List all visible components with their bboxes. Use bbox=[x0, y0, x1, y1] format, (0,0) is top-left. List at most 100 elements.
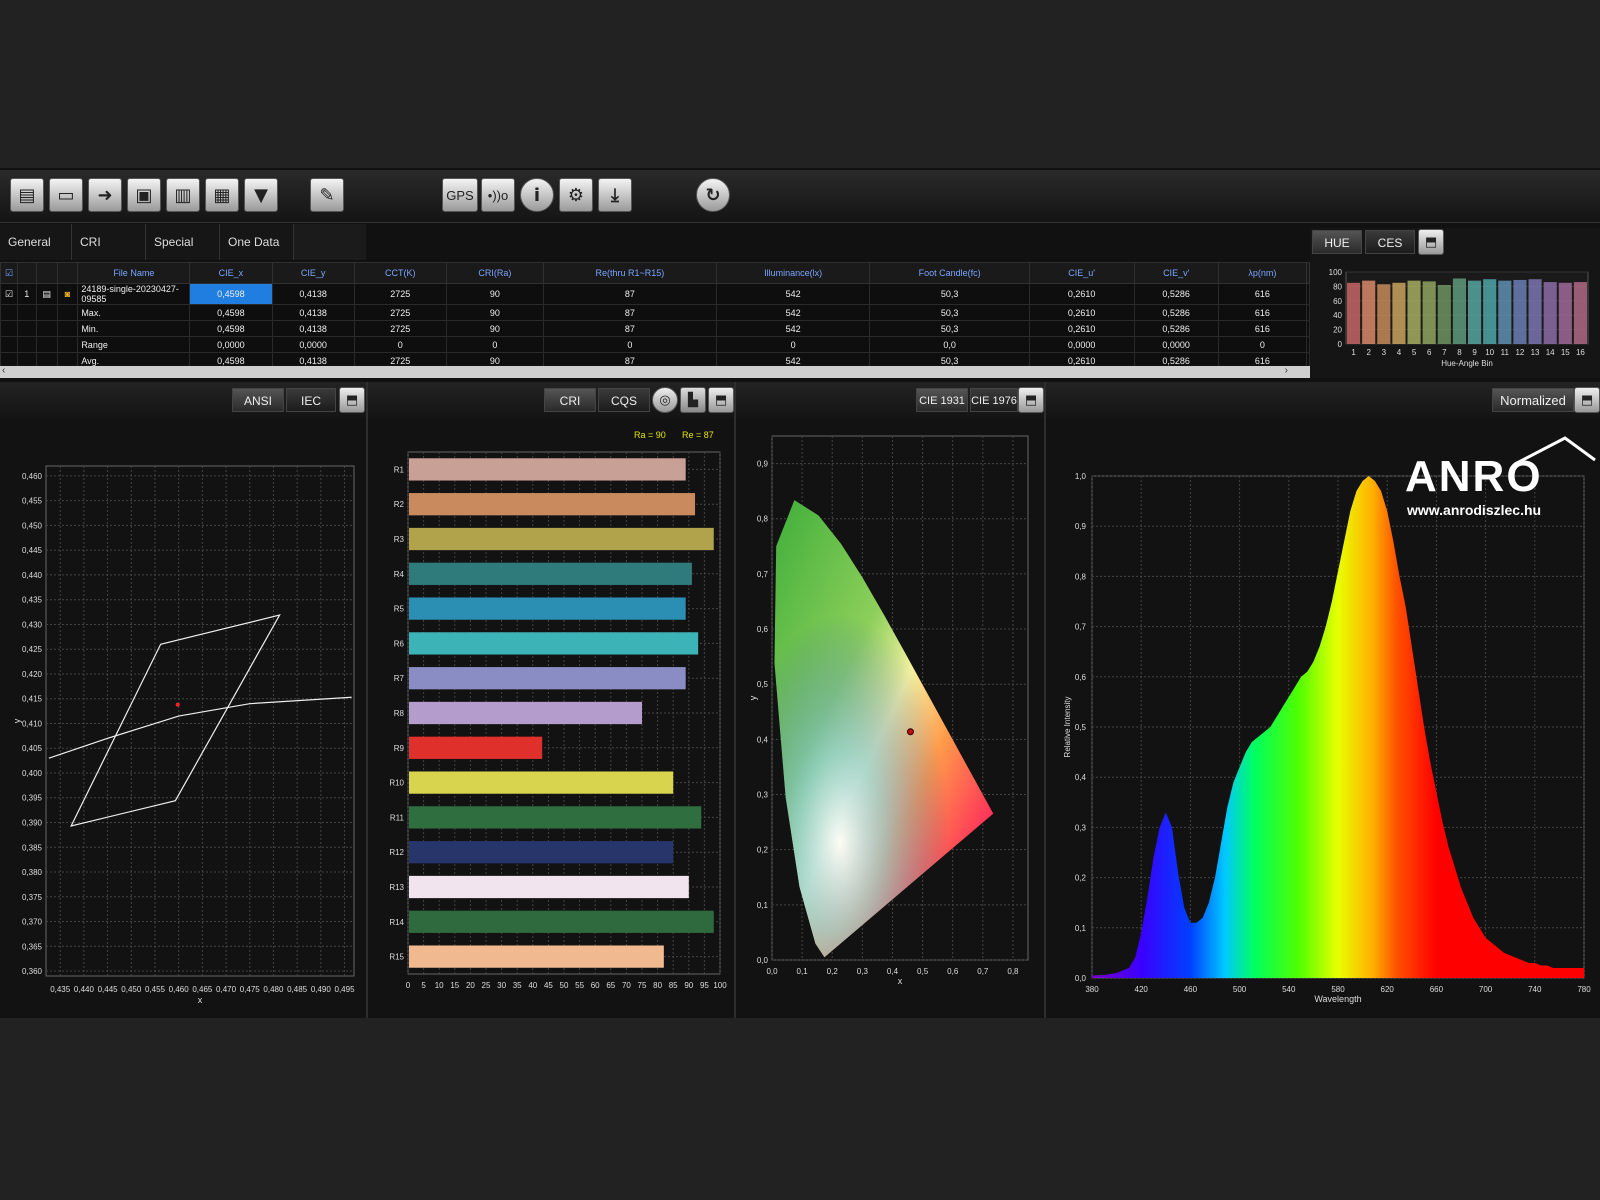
cell: Range bbox=[77, 336, 191, 353]
tab-hue[interactable]: HUE bbox=[1312, 230, 1362, 254]
cqs-button[interactable]: CQS bbox=[598, 388, 650, 412]
cri-bar bbox=[409, 736, 543, 759]
col-header[interactable]: Foot Candle(fc) bbox=[869, 262, 1030, 284]
cell: 0,0000 bbox=[189, 336, 273, 353]
edit-icon[interactable]: ✎ bbox=[310, 178, 344, 212]
x-axis-label: x bbox=[898, 976, 903, 986]
delete-icon[interactable]: ▥ bbox=[166, 178, 200, 212]
col-header[interactable]: CIE_v' bbox=[1133, 262, 1219, 284]
wireless-button[interactable]: •))o bbox=[481, 178, 515, 212]
tab-cri[interactable]: CRI bbox=[72, 224, 146, 260]
y-tick-label: 0,2 bbox=[757, 846, 769, 855]
col-header[interactable]: CIE_u' bbox=[1028, 262, 1135, 284]
cri-bar bbox=[409, 945, 664, 968]
y-tick-label: 0,9 bbox=[1075, 522, 1087, 531]
x-tick-label: 90 bbox=[684, 981, 693, 990]
cell: 0,0000 bbox=[1028, 336, 1135, 353]
col-header[interactable]: File Name bbox=[77, 262, 191, 284]
iec-button[interactable]: IEC bbox=[286, 388, 336, 412]
col-header[interactable]: CCT(K) bbox=[353, 262, 447, 284]
y-tick-label: R3 bbox=[394, 535, 405, 544]
hue-bar bbox=[1347, 282, 1361, 344]
table-row: Range 0,0000 0,0000 0 0 0 0 0,0 0,0000 0… bbox=[0, 336, 1310, 353]
gps-button[interactable]: GPS bbox=[442, 178, 478, 212]
y-tick-label: 0,3 bbox=[1075, 823, 1087, 832]
export-image-icon[interactable]: ⬒ bbox=[339, 387, 365, 413]
horizontal-scrollbar[interactable]: ‹ › bbox=[0, 365, 1310, 378]
y-tick-label: 0,6 bbox=[1075, 673, 1087, 682]
col-header[interactable]: λp(nm) bbox=[1217, 262, 1308, 284]
normalized-button[interactable]: Normalized bbox=[1492, 388, 1574, 412]
scroll-right-icon[interactable]: › bbox=[1285, 365, 1288, 376]
cell: 0,5286 bbox=[1133, 304, 1219, 321]
open-folder-icon[interactable]: ▭ bbox=[49, 178, 83, 212]
tab-general[interactable]: General bbox=[0, 224, 72, 260]
export-icon[interactable]: ➜ bbox=[88, 178, 122, 212]
x-tick-label: 13 bbox=[1531, 348, 1540, 357]
tab-special[interactable]: Special bbox=[146, 224, 220, 260]
x-tick-label: 0,495 bbox=[335, 985, 356, 994]
info-button[interactable]: i bbox=[520, 178, 554, 212]
y-tick-label: 0,380 bbox=[22, 868, 43, 877]
hue-bar bbox=[1513, 279, 1527, 344]
select-all-checkbox[interactable]: ☑ bbox=[0, 262, 18, 284]
save-icon[interactable]: ▣ bbox=[127, 178, 161, 212]
hue-bar bbox=[1498, 280, 1512, 344]
x-tick-label: 0,8 bbox=[1007, 967, 1019, 976]
col-header[interactable]: Illuminance(lx) bbox=[715, 262, 871, 284]
target-icon[interactable]: ◎ bbox=[652, 387, 678, 413]
cie-1931-button[interactable]: CIE 1931 bbox=[916, 388, 968, 412]
ansi-panel: ANSI IEC ⬒ 0,435 0,440 0,445 0,450 0,455 0,46… bbox=[0, 382, 368, 1018]
export-image-icon[interactable]: ⬒ bbox=[1574, 387, 1600, 413]
cri-bar bbox=[409, 875, 689, 899]
y-tick-label: R14 bbox=[389, 918, 404, 927]
download-icon[interactable]: ⤓ bbox=[598, 178, 632, 212]
results-table: ☑ File Name CIE_x CIE_y CCT(K) CRI(Ra) R… bbox=[0, 262, 1310, 369]
tab-one-data[interactable]: One Data bbox=[220, 224, 294, 260]
cell: 2725 bbox=[353, 320, 447, 337]
bar-chart-icon[interactable]: ▙ bbox=[680, 387, 706, 413]
x-tick-label: 2 bbox=[1366, 348, 1371, 357]
x-tick-label: 75 bbox=[638, 981, 647, 990]
col-header[interactable]: CRI(Ra) bbox=[445, 262, 544, 284]
cell: 0 bbox=[715, 336, 871, 353]
x-tick-label: 0,440 bbox=[74, 985, 95, 994]
x-tick-label: 0,470 bbox=[216, 985, 237, 994]
scroll-left-icon[interactable]: ‹ bbox=[2, 365, 5, 376]
cie-1976-button[interactable]: CIE 1976 bbox=[970, 388, 1018, 412]
cie-panel: CIE 1931 CIE 1976 ⬒ 0,0 0,1 0,2 0,3 0,4 0,5 0,… bbox=[736, 382, 1046, 1018]
new-file-icon[interactable]: ▤ bbox=[10, 178, 44, 212]
col-header[interactable]: CIE_x bbox=[189, 262, 273, 284]
cri-bar bbox=[409, 667, 686, 690]
cell: 616 bbox=[1217, 304, 1308, 321]
export-image-icon[interactable]: ⬒ bbox=[708, 387, 734, 413]
print-icon[interactable]: ▦ bbox=[205, 178, 239, 212]
cell: 87 bbox=[542, 304, 717, 321]
cri-button[interactable]: CRI bbox=[544, 388, 596, 412]
filter-icon[interactable]: ▼ bbox=[244, 178, 278, 212]
x-tick-label: 15 bbox=[1561, 348, 1570, 357]
y-tick-label: 0,415 bbox=[22, 695, 43, 704]
row-checkbox[interactable]: ☑ bbox=[0, 283, 18, 305]
x-tick-label: 20 bbox=[466, 981, 475, 990]
tab-ces[interactable]: CES bbox=[1365, 230, 1415, 254]
hue-chart: 0204060801001 2 3 4 5 6 7 8 9 10 11 12 13 14 15 16Hue-A… bbox=[1329, 268, 1589, 368]
gear-icon[interactable]: ⚙ bbox=[559, 178, 593, 212]
y-tick-label: 0,0 bbox=[757, 956, 769, 965]
cri-bar bbox=[409, 458, 686, 481]
hue-bar bbox=[1437, 284, 1451, 344]
y-tick-label: 0,1 bbox=[757, 901, 769, 910]
cell[interactable]: 0,4598 bbox=[189, 283, 273, 305]
cri-bar bbox=[409, 771, 674, 794]
row-detail-icon[interactable]: ▤ bbox=[35, 283, 58, 305]
y-tick-label: 0,9 bbox=[757, 460, 769, 469]
col-header[interactable]: Re(thru R1~R15) bbox=[542, 262, 717, 284]
refresh-icon[interactable]: ↻ bbox=[696, 178, 730, 212]
ansi-button[interactable]: ANSI bbox=[232, 388, 284, 412]
col-header[interactable]: CIE_y bbox=[271, 262, 355, 284]
export-image-icon[interactable]: ⬒ bbox=[1018, 387, 1044, 413]
cri-bar bbox=[409, 632, 699, 655]
hue-bar bbox=[1452, 278, 1466, 344]
export-image-icon[interactable]: ⬒ bbox=[1418, 229, 1444, 255]
table-row[interactable]: ☑ 1 ▤ ◙ 24189-single-20230427-09585 0,45… bbox=[0, 283, 1310, 305]
